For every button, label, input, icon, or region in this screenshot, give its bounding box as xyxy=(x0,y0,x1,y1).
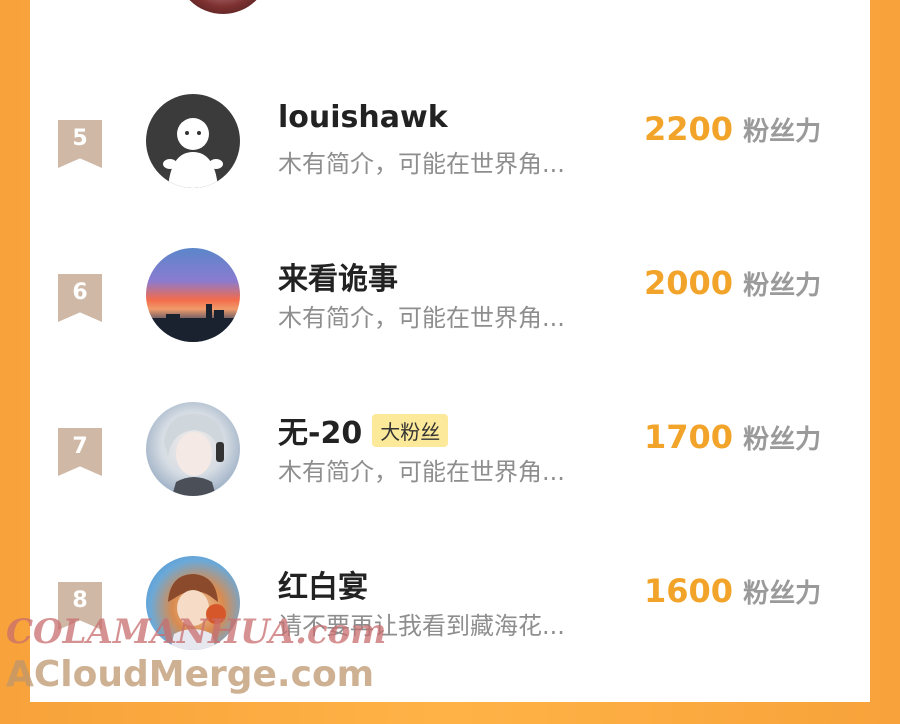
list-item[interactable]: 7 无-20 大粉丝 木有简介，可能在世界角... 1700 粉丝力 xyxy=(30,402,870,570)
user-name[interactable]: 来看诡事 xyxy=(278,254,398,298)
user-name-text: 无-20 xyxy=(278,416,363,451)
anime-boy-icon xyxy=(164,413,224,496)
fan-power-value: 1600 xyxy=(644,572,734,610)
avatar[interactable] xyxy=(146,402,240,496)
default-avatar-icon xyxy=(163,118,223,188)
rank-badge: 7 xyxy=(58,428,102,476)
fan-power: 2000 粉丝力 xyxy=(644,264,821,302)
user-name[interactable]: 红白宴 xyxy=(278,562,368,606)
fan-power-value: 2200 xyxy=(644,110,734,148)
user-name-text: louishawk xyxy=(278,100,448,135)
list-item[interactable]: 5 louishawk 木有简介，可能在世界角... 2200 粉丝力 xyxy=(30,94,870,262)
watermark-acloudmerge: ACloudMerge.com xyxy=(6,654,375,695)
user-bio: 木有简介，可能在世界角... xyxy=(278,150,565,178)
fan-level-badge: 大粉丝 xyxy=(372,413,449,447)
fan-power-value: 1700 xyxy=(644,418,734,456)
ranking-panel: 5 louishawk 木有简介，可能在世界角... 2200 粉丝力 6 来看… xyxy=(30,0,870,702)
user-name-text: 来看诡事 xyxy=(278,262,398,297)
avatar[interactable] xyxy=(146,248,240,342)
fan-power: 2200 粉丝力 xyxy=(644,110,821,148)
avatar[interactable] xyxy=(176,0,270,14)
watermark-colamanhua: COLAMANHUA.com xyxy=(6,612,387,652)
fan-power: 1700 粉丝力 xyxy=(644,418,821,456)
rank-badge: 6 xyxy=(58,274,102,322)
user-name[interactable]: 无-20 大粉丝 xyxy=(278,408,449,452)
fan-power-unit: 粉丝力 xyxy=(743,117,822,147)
fan-power-unit: 粉丝力 xyxy=(743,425,822,455)
user-name-text: 红白宴 xyxy=(278,570,368,605)
city-silhouette-icon xyxy=(146,304,240,342)
fan-power-value: 2000 xyxy=(644,264,734,302)
list-item[interactable]: 6 来看诡事 木有简介，可能在世界角... 2000 粉丝力 xyxy=(30,248,870,416)
fan-power-unit: 粉丝力 xyxy=(743,271,822,301)
fan-power-unit: 粉丝力 xyxy=(743,579,822,609)
avatar[interactable] xyxy=(146,94,240,188)
user-bio: 木有简介，可能在世界角... xyxy=(278,458,565,486)
user-bio: 木有简介，可能在世界角... xyxy=(278,304,565,332)
rank-badge: 5 xyxy=(58,120,102,168)
fan-power: 1600 粉丝力 xyxy=(644,572,821,610)
user-name[interactable]: louishawk xyxy=(278,100,448,135)
